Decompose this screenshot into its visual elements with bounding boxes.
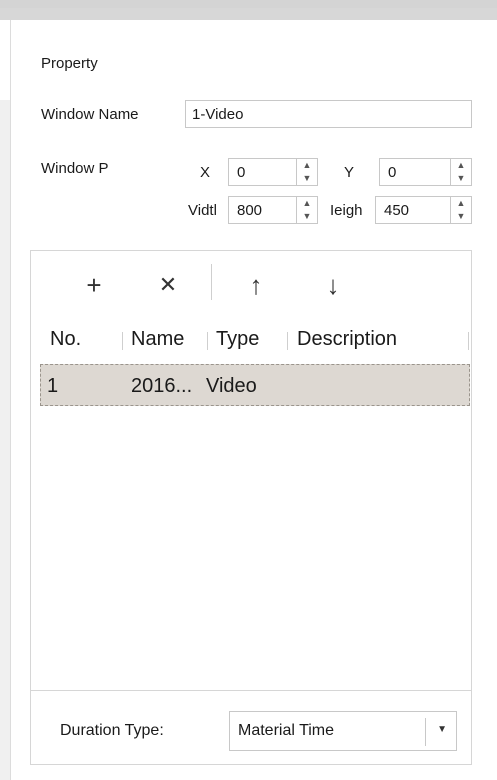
column-header-name[interactable]: Name <box>131 328 184 351</box>
x-value: 0 <box>237 164 246 181</box>
left-border <box>10 20 11 780</box>
y-value: 0 <box>388 164 397 181</box>
row-name: 2016... <box>131 375 193 397</box>
toolbar-separator <box>211 264 212 300</box>
x-label: X <box>200 164 211 181</box>
move-down-icon[interactable]: ↓ <box>313 270 353 300</box>
duration-type-label: Duration Type: <box>60 722 164 739</box>
height-spin-buttons: ▲ ▼ <box>450 197 471 223</box>
footer-divider <box>31 690 471 691</box>
spin-up-icon[interactable]: ▲ <box>451 197 471 210</box>
y-spinner[interactable]: 0 ▲ ▼ <box>379 158 472 186</box>
row-no: 1 <box>47 375 59 397</box>
row-type: Video <box>206 375 257 397</box>
window-name-input[interactable]: 1-Video <box>185 100 472 128</box>
chevron-down-icon[interactable]: ▼ <box>437 724 447 735</box>
window-name-label: Window Name <box>41 106 139 123</box>
spin-down-icon[interactable]: ▼ <box>451 210 471 223</box>
column-header-type[interactable]: Type <box>216 328 259 351</box>
width-label: Vidtl <box>188 202 217 219</box>
top-divider <box>0 8 497 20</box>
column-separator[interactable] <box>122 332 123 350</box>
left-scroll-region <box>0 100 10 780</box>
column-header-description[interactable]: Description <box>297 328 397 351</box>
y-spin-buttons: ▲ ▼ <box>450 159 471 185</box>
spin-up-icon[interactable]: ▲ <box>297 159 317 172</box>
column-separator[interactable] <box>287 332 288 350</box>
height-spinner[interactable]: 450 ▲ ▼ <box>375 196 472 224</box>
dropdown-separator <box>425 718 426 746</box>
table-header: No. Name Type Description <box>31 320 471 360</box>
duration-type-select[interactable]: Material Time ▼ <box>229 711 457 751</box>
spin-up-icon[interactable]: ▲ <box>451 159 471 172</box>
column-separator[interactable] <box>207 332 208 350</box>
add-icon[interactable]: + <box>74 270 114 300</box>
height-value: 450 <box>384 202 410 219</box>
width-spinner[interactable]: 800 ▲ ▼ <box>228 196 318 224</box>
width-value: 800 <box>237 202 263 219</box>
spin-up-icon[interactable]: ▲ <box>297 197 317 210</box>
delete-icon[interactable]: ✕ <box>148 270 188 300</box>
y-label: Y <box>344 164 355 181</box>
spin-down-icon[interactable]: ▼ <box>297 210 317 223</box>
x-spinner[interactable]: 0 ▲ ▼ <box>228 158 318 186</box>
table-row[interactable]: 1 2016... Video <box>40 364 470 406</box>
property-title: Property <box>41 55 98 72</box>
width-spin-buttons: ▲ ▼ <box>296 197 317 223</box>
window-position-label: Window P <box>41 160 109 177</box>
spin-down-icon[interactable]: ▼ <box>451 172 471 185</box>
column-separator[interactable] <box>468 332 469 350</box>
x-spin-buttons: ▲ ▼ <box>296 159 317 185</box>
height-label: Ieigh <box>330 202 363 219</box>
column-header-no[interactable]: No. <box>50 328 81 351</box>
duration-type-value: Material Time <box>238 722 335 739</box>
move-up-icon[interactable]: ↑ <box>236 270 276 300</box>
spin-down-icon[interactable]: ▼ <box>297 172 317 185</box>
